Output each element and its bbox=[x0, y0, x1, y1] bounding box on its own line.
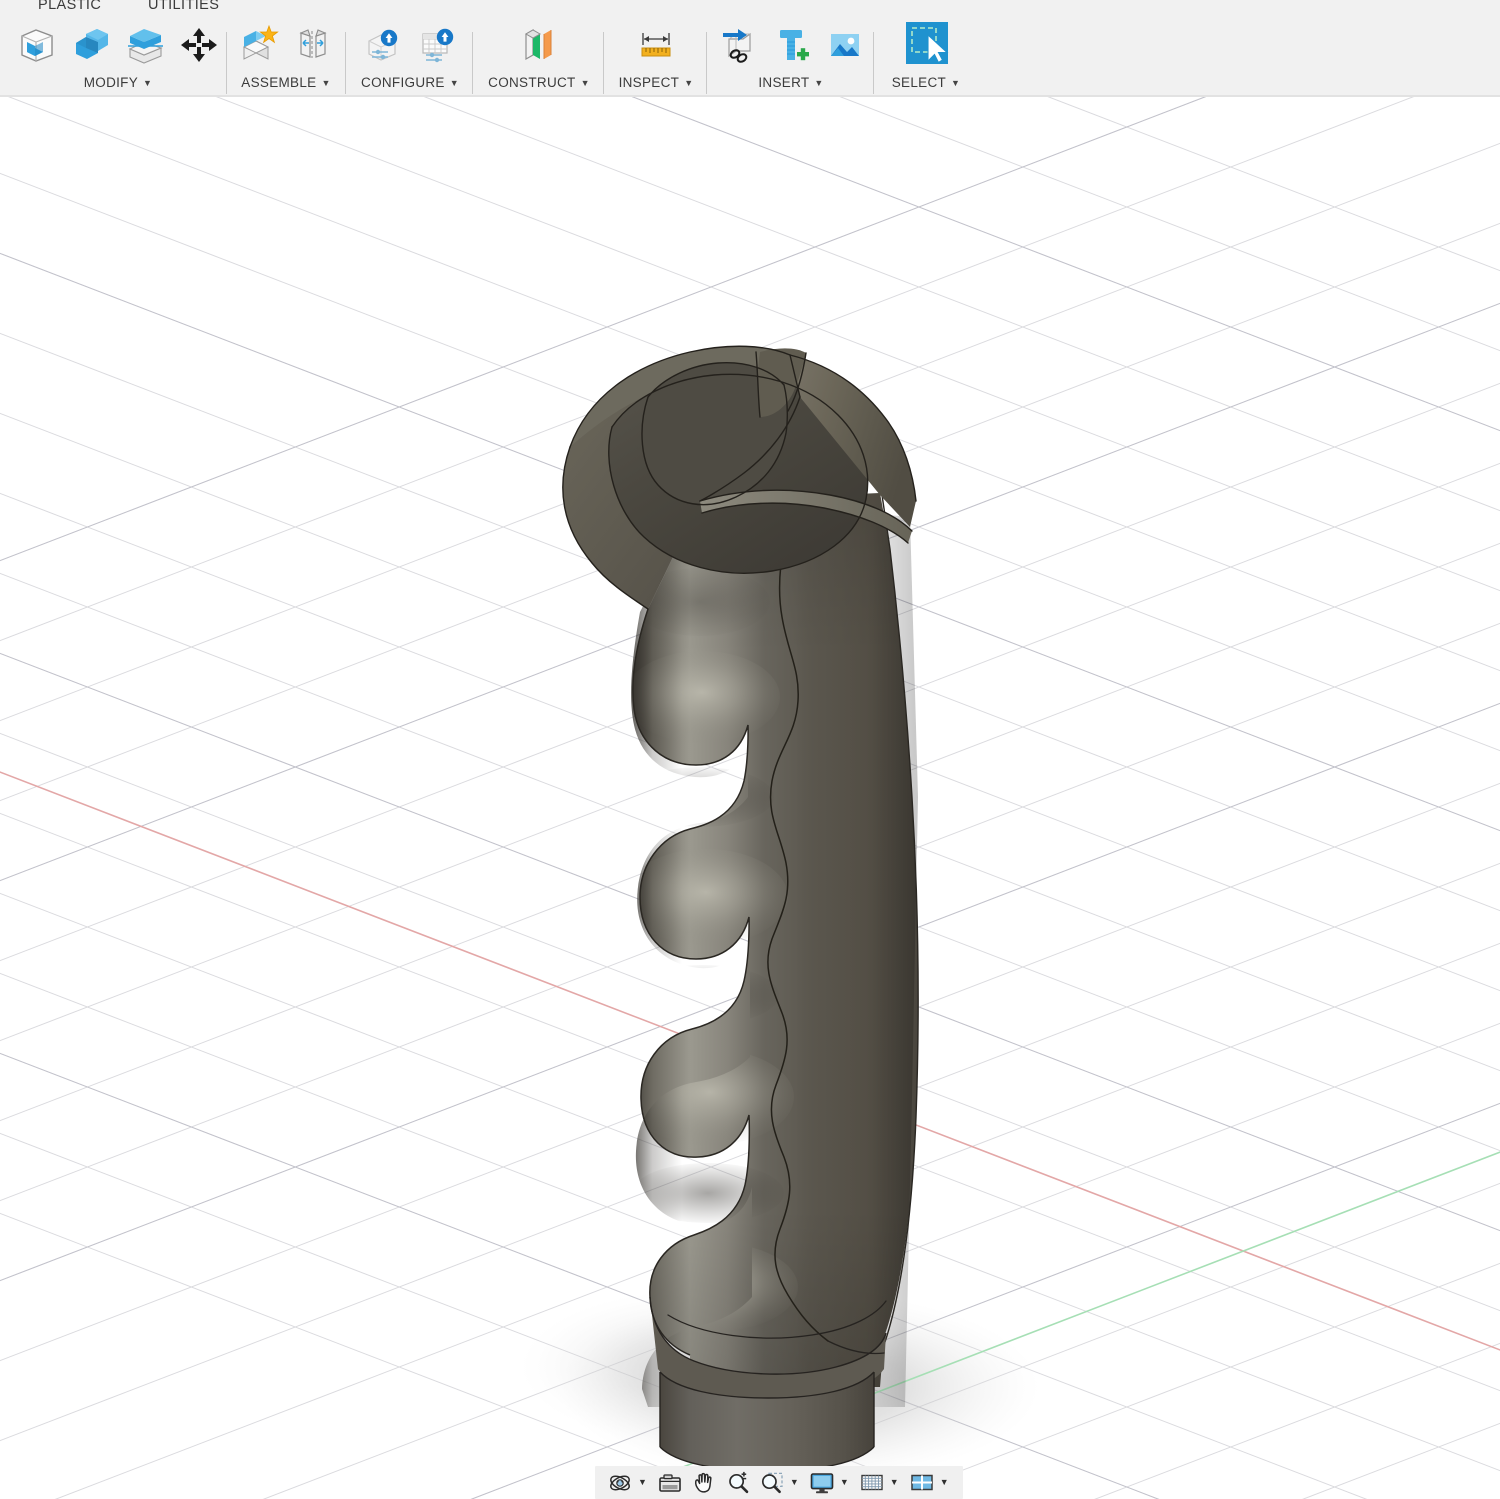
finger-groove-shadow-2 bbox=[631, 965, 779, 1025]
panel-insert: INSERT ▼ bbox=[712, 15, 870, 93]
zoom-window-icon bbox=[761, 1472, 783, 1493]
3d-viewport-canvas[interactable] bbox=[0, 97, 1500, 1499]
panel-configure-icons bbox=[356, 15, 464, 71]
panel-construct-label: CONSTRUCT bbox=[488, 74, 576, 90]
panel-insert-label: INSERT bbox=[758, 74, 810, 90]
split-body-button[interactable] bbox=[118, 19, 172, 71]
combine-button[interactable] bbox=[64, 19, 118, 71]
chevron-down-icon: ▼ bbox=[789, 1477, 799, 1487]
panel-separator-2 bbox=[345, 32, 346, 94]
panel-configure: CONFIGURE ▼ bbox=[352, 15, 468, 93]
panel-assemble: ASSEMBLE ▼ bbox=[230, 15, 342, 93]
grip-handle-body[interactable] bbox=[0, 97, 1500, 1499]
chevron-down-icon: ▼ bbox=[839, 1477, 849, 1487]
chevron-down-icon: ▼ bbox=[939, 1477, 949, 1487]
panel-assemble-title[interactable]: ASSEMBLE ▼ bbox=[241, 71, 330, 93]
panel-insert-title[interactable]: INSERT ▼ bbox=[758, 71, 823, 93]
workspace-tab-strip: PLASTIC UTILITIES bbox=[0, 0, 1500, 15]
move-copy-button[interactable] bbox=[172, 19, 226, 71]
right-flank-shading bbox=[790, 497, 918, 1407]
tab-plastic[interactable]: PLASTIC bbox=[38, 0, 101, 13]
display-monitor-icon bbox=[810, 1472, 834, 1493]
chevron-down-icon: ▼ bbox=[889, 1477, 899, 1487]
look-at-icon bbox=[659, 1473, 681, 1492]
finger-groove-shadow-1 bbox=[631, 767, 774, 827]
panel-separator-4 bbox=[603, 32, 604, 94]
chevron-down-icon: ▼ bbox=[449, 77, 459, 88]
ribbon-bottom-border bbox=[0, 95, 1500, 97]
new-component-button[interactable] bbox=[232, 19, 286, 71]
panel-construct-title[interactable]: CONSTRUCT ▼ bbox=[488, 71, 590, 93]
panel-construct: CONSTRUCT ▼ bbox=[478, 15, 600, 93]
zoom-in-icon bbox=[729, 1471, 749, 1493]
navbar-grid-snaps-button[interactable]: ▼ bbox=[855, 1468, 905, 1497]
mirror-button[interactable] bbox=[286, 19, 340, 71]
panel-assemble-icons bbox=[232, 15, 340, 71]
insert-derive-button[interactable] bbox=[710, 19, 764, 71]
chevron-down-icon: ▼ bbox=[951, 77, 961, 88]
panel-select-title[interactable]: SELECT ▼ bbox=[892, 71, 961, 93]
orbit-icon bbox=[610, 1475, 630, 1490]
panel-modify-icons bbox=[10, 15, 226, 71]
navbar-zoom-button[interactable] bbox=[721, 1468, 755, 1497]
tab-utilities[interactable]: UTILITIES bbox=[148, 0, 219, 13]
panel-configure-title[interactable]: CONFIGURE ▼ bbox=[361, 71, 459, 93]
panel-separator-3 bbox=[472, 32, 473, 94]
panel-separator-5 bbox=[706, 32, 707, 94]
view-navigation-bar: ▼ ▼ ▼ ▼ ▼ bbox=[595, 1466, 963, 1499]
navbar-viewports-button[interactable]: ▼ bbox=[905, 1468, 955, 1497]
navbar-look-at-button[interactable] bbox=[653, 1468, 687, 1497]
panel-select-icons bbox=[896, 15, 956, 71]
navbar-pan-button[interactable] bbox=[687, 1468, 721, 1497]
panel-modify: MODIFY ▼ bbox=[10, 15, 226, 93]
panel-configure-label: CONFIGURE bbox=[361, 74, 445, 90]
navbar-orbit-button[interactable]: ▼ bbox=[603, 1468, 653, 1497]
panel-inspect-title[interactable]: INSPECT ▼ bbox=[619, 71, 694, 93]
grid-snaps-icon bbox=[861, 1474, 883, 1490]
chevron-down-icon: ▼ bbox=[143, 77, 153, 88]
navbar-display-settings-button[interactable]: ▼ bbox=[805, 1468, 855, 1497]
ribbon-panel-row: MODIFY ▼ ASSEMBLE ▼ CONFIGURE ▼ CONSTRUC… bbox=[0, 15, 1500, 94]
configure-body-button[interactable] bbox=[356, 19, 410, 71]
fusion-application-window: PLASTIC UTILITIES MODIFY ▼ ASSEMBLE ▼ CO… bbox=[0, 0, 1500, 1499]
panel-modify-label: MODIFY bbox=[83, 74, 139, 90]
navbar-zoom-window-button[interactable]: ▼ bbox=[755, 1468, 805, 1497]
panel-modify-title[interactable]: MODIFY ▼ bbox=[84, 71, 153, 93]
insert-canvas-button[interactable] bbox=[818, 19, 872, 71]
chevron-down-icon: ▼ bbox=[814, 77, 824, 88]
pan-hand-icon bbox=[694, 1472, 712, 1493]
panel-inspect-icons bbox=[626, 15, 686, 71]
viewports-icon bbox=[910, 1474, 933, 1490]
panel-inspect: INSPECT ▼ bbox=[610, 15, 702, 93]
panel-select: SELECT ▼ bbox=[880, 15, 972, 93]
chevron-down-icon: ▼ bbox=[580, 77, 590, 88]
configure-table-button[interactable] bbox=[410, 19, 464, 71]
chevron-down-icon: ▼ bbox=[638, 1477, 647, 1487]
panel-separator-1 bbox=[226, 32, 227, 94]
panel-construct-icons bbox=[509, 15, 569, 71]
ribbon-toolbar: PLASTIC UTILITIES MODIFY ▼ ASSEMBLE ▼ CO… bbox=[0, 0, 1500, 97]
panel-inspect-label: INSPECT bbox=[618, 74, 680, 90]
select-tool-button[interactable] bbox=[896, 19, 956, 71]
chevron-down-icon: ▼ bbox=[321, 77, 331, 88]
press-pull-button[interactable] bbox=[10, 19, 64, 71]
measure-button[interactable] bbox=[626, 19, 686, 71]
insert-mcmaster-button[interactable] bbox=[764, 19, 818, 71]
panel-separator-6 bbox=[873, 32, 874, 94]
panel-assemble-label: ASSEMBLE bbox=[241, 74, 317, 90]
chevron-down-icon: ▼ bbox=[684, 77, 694, 88]
panel-select-label: SELECT bbox=[891, 74, 947, 90]
panel-insert-icons bbox=[710, 15, 872, 71]
construct-plane-button[interactable] bbox=[509, 19, 569, 71]
